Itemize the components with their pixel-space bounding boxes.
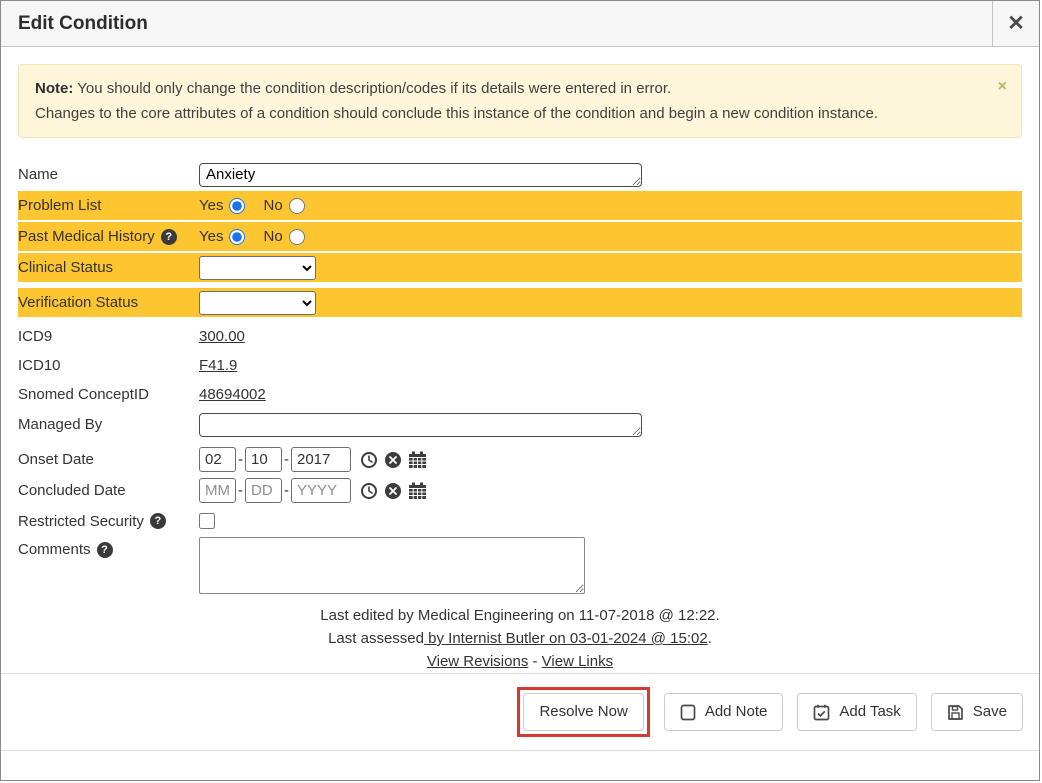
onset-day-input[interactable] [245, 447, 282, 472]
clinical-status-label: Clinical Status [18, 259, 199, 276]
last-assessed-text: Last assessed by Internist Butler on 03-… [18, 627, 1022, 650]
past-medical-history-label: Past Medical History ? [18, 228, 199, 245]
verification-status-label: Verification Status [18, 294, 199, 311]
snomed-label: Snomed ConceptID [18, 386, 199, 403]
problem-list-no-radio[interactable] [289, 198, 305, 214]
concluded-date-label: Concluded Date [18, 482, 199, 499]
note-line-2: Changes to the core attributes of a cond… [35, 101, 981, 126]
note-icon [680, 704, 696, 721]
clear-date-icon[interactable] [384, 451, 402, 469]
help-icon[interactable]: ? [161, 229, 177, 245]
problem-list-yes-label: Yes [199, 197, 223, 214]
icd10-row: ICD10 F41.9 [18, 352, 1022, 379]
managed-by-label: Managed By [18, 416, 199, 433]
help-icon[interactable]: ? [150, 513, 166, 529]
past-medical-history-row: Past Medical History ? Yes No [18, 222, 1022, 251]
bottom-space [1, 751, 1039, 781]
clock-icon[interactable] [360, 482, 378, 500]
pmh-yes-radio[interactable] [229, 229, 245, 245]
past-medical-history-options: Yes No [199, 228, 305, 245]
status-block: Last edited by Medical Engineering on 11… [18, 604, 1022, 673]
clear-date-icon[interactable] [384, 482, 402, 500]
concluded-day-input[interactable] [245, 478, 282, 503]
concluded-date-row: Concluded Date - - [18, 476, 1022, 505]
date-separator: - [284, 482, 289, 499]
verification-status-row: Verification Status [18, 288, 1022, 317]
managed-by-input[interactable] [199, 413, 642, 437]
date-separator: - [238, 482, 243, 499]
managed-by-row: Managed By [18, 410, 1022, 439]
name-label: Name [18, 166, 199, 183]
restricted-security-row: Restricted Security ? [18, 507, 1022, 535]
modal-footer: Resolve Now Add Note Add Task Save [1, 674, 1039, 750]
onset-month-input[interactable] [199, 447, 236, 472]
problem-list-row: Problem List Yes No [18, 191, 1022, 220]
add-note-button[interactable]: Add Note [664, 693, 784, 731]
snomed-code-link[interactable]: 48694002 [199, 386, 266, 403]
note-line-1: Note: You should only change the conditi… [35, 76, 981, 101]
view-links-line: View Revisions - View Links [18, 650, 1022, 673]
name-row: Name Anxiety [18, 160, 1022, 189]
problem-list-yes-radio[interactable] [229, 198, 245, 214]
comments-input[interactable] [199, 537, 585, 594]
restricted-security-label: Restricted Security ? [18, 513, 199, 530]
icd9-row: ICD9 300.00 [18, 323, 1022, 350]
note-close-icon[interactable]: × [998, 74, 1007, 99]
icd9-label: ICD9 [18, 328, 199, 345]
concluded-year-input[interactable] [291, 478, 351, 503]
save-icon [947, 704, 964, 721]
resolve-now-button[interactable]: Resolve Now [523, 693, 643, 731]
onset-year-input[interactable] [291, 447, 351, 472]
calendar-icon[interactable] [408, 451, 427, 469]
snomed-row: Snomed ConceptID 48694002 [18, 381, 1022, 408]
close-icon[interactable]: ✕ [992, 1, 1039, 46]
pmh-no-label: No [263, 228, 282, 245]
pmh-yes-label: Yes [199, 228, 223, 245]
pmh-no-radio[interactable] [289, 229, 305, 245]
calendar-check-icon [813, 704, 830, 721]
onset-date-icons [360, 451, 427, 469]
edit-condition-modal: Edit Condition ✕ Note: You should only c… [0, 0, 1040, 781]
clinical-status-select[interactable] [199, 256, 316, 280]
restricted-security-checkbox[interactable] [199, 513, 215, 529]
modal-body: Note: You should only change the conditi… [1, 47, 1039, 673]
problem-list-no-label: No [263, 197, 282, 214]
last-edited-text: Last edited by Medical Engineering on 11… [18, 604, 1022, 627]
concluded-date-icons [360, 482, 427, 500]
onset-date-row: Onset Date - - [18, 445, 1022, 474]
problem-list-options: Yes No [199, 197, 305, 214]
onset-date-label: Onset Date [18, 451, 199, 468]
comments-row: Comments ? [18, 537, 1022, 594]
verification-status-select[interactable] [199, 291, 316, 315]
view-links-link[interactable]: View Links [542, 653, 613, 670]
modal-header: Edit Condition ✕ [1, 1, 1039, 47]
date-separator: - [284, 451, 289, 468]
icd10-code-link[interactable]: F41.9 [199, 357, 237, 374]
calendar-icon[interactable] [408, 482, 427, 500]
comments-label: Comments ? [18, 541, 199, 558]
date-separator: - [238, 451, 243, 468]
icd10-label: ICD10 [18, 357, 199, 374]
modal-title: Edit Condition [1, 1, 992, 46]
view-revisions-link[interactable]: View Revisions [427, 653, 528, 670]
save-button[interactable]: Save [931, 693, 1023, 731]
clinical-status-row: Clinical Status [18, 253, 1022, 282]
last-assessed-link[interactable]: by Internist Butler on 03-01-2024 @ 15:0… [424, 630, 708, 647]
concluded-month-input[interactable] [199, 478, 236, 503]
problem-list-label: Problem List [18, 197, 199, 214]
clock-icon[interactable] [360, 451, 378, 469]
help-icon[interactable]: ? [97, 542, 113, 558]
add-task-button[interactable]: Add Task [797, 693, 916, 731]
warning-note: Note: You should only change the conditi… [18, 64, 1022, 138]
icd9-code-link[interactable]: 300.00 [199, 328, 245, 345]
note-label: Note: [35, 80, 73, 97]
resolve-now-annotation: Resolve Now [517, 687, 649, 737]
name-input[interactable]: Anxiety [199, 163, 642, 187]
